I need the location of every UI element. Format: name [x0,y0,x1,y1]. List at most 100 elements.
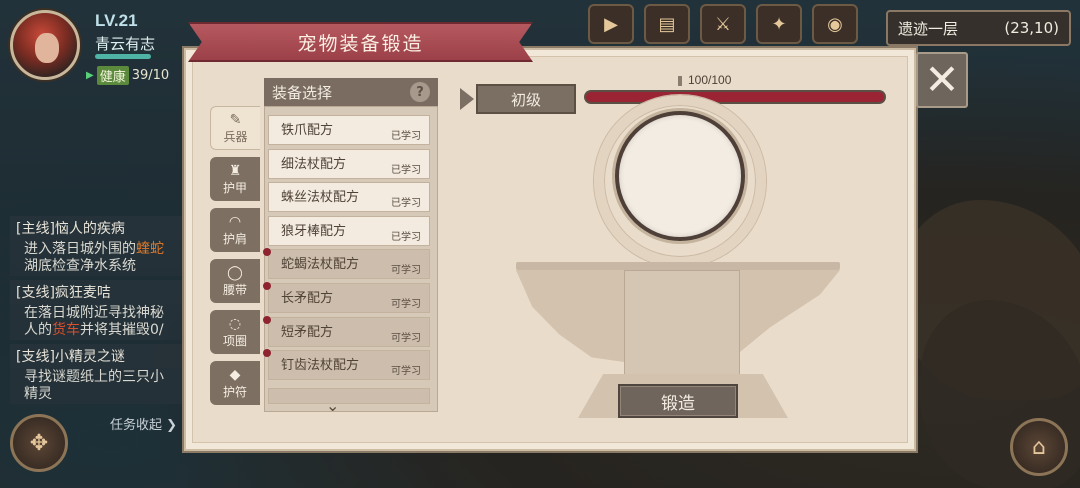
quest-title[interactable]: [支线]小精灵之谜 [10,344,190,368]
crossed-swords-icon[interactable]: ⚔ [700,4,746,44]
forge-progress-bar [584,90,886,104]
hud-menu-bar: ▶ ▤ ⚔ ✦ ◉ [588,4,858,44]
sword-icon: ✎ [229,111,242,128]
forge-progress-fill [586,92,884,102]
recipe-state: 可学习 [391,265,421,277]
quest-description-part: 人的 [24,322,52,338]
quest-description-part: 精灵 [24,386,52,402]
location-indicator[interactable]: 遗迹一层 (23,10) [886,10,1071,46]
recipe-list-item[interactable]: 短矛配方可学习 [263,315,430,347]
xp-bar [95,54,185,59]
tab-shoulder[interactable]: ◠ 护肩 [210,208,260,252]
recipe-list-item[interactable]: 蛛丝法杖配方已学习 [268,182,430,213]
quest-collapse-label: 任务收起 [110,418,163,433]
recipe-list-item[interactable]: 铁爪配方已学习 [268,115,430,145]
forge-button[interactable]: 锻造 [618,384,738,418]
quest-collapse-button[interactable]: 任务收起 ❯ [110,414,177,433]
tab-sword[interactable]: ✎ 兵器 [210,106,260,150]
recipe-name: 钉齿法杖配方 [281,358,360,374]
recipe-name: 狼牙棒配方 [281,223,347,239]
learnable-dot [263,315,271,324]
learnable-dot [263,282,271,290]
tab-armor[interactable]: ♜ 护甲 [210,157,260,201]
recipe-list-item-partial [268,388,430,404]
quest-tracker: [主线]恼人的疾病 进入落日城外围的蝰蛇湖底检查净水系统 [支线]疯狂麦咭 在落日城附… [10,212,190,404]
player-avatar[interactable] [10,10,80,80]
recipe-name: 长矛配方 [281,291,334,306]
recipe-list-item[interactable]: 长矛配方可学习 [263,282,430,313]
tab-label: 护符 [222,384,247,399]
learnable-dot [263,248,271,257]
level-arrow [460,88,474,110]
recipe-state: 已学习 [391,164,421,176]
player-status: ▶ 健康 39/10 [86,66,169,85]
xp-bar-fill [95,54,151,59]
tab-amulet[interactable]: ◆ 护符 [210,361,260,405]
equipment-list-header: 装备选择 ? [264,78,438,106]
forge-item-slot[interactable] [615,111,745,241]
quest-description-part: 寻找谜题纸上的三只小 [24,369,164,385]
quest-title[interactable]: [主线]恼人的疾病 [10,216,190,240]
quest-description-part: 并将其摧毁0/ [80,322,164,338]
house-icon: ⌂ [1032,434,1046,460]
recipe-name: 蛛丝法杖配方 [281,190,360,206]
tab-belt[interactable]: ◯ 腰带 [210,259,260,303]
tab-label: 护甲 [222,180,247,195]
bag-icon[interactable]: ◉ [812,4,858,44]
quest-description-part: 进入落日城外围的 [24,241,136,257]
tab-label: 兵器 [223,129,248,144]
recipe-state: 可学习 [391,332,421,344]
forge-level-tag: 初级 [476,84,576,114]
recipe-name: 短矛配方 [281,324,334,340]
close-icon: ✕ [924,55,960,104]
player-name: 青云有志 [95,35,156,53]
quest-description: 进入落日城外围的蝰蛇湖底检查净水系统 [10,240,190,276]
forge-level-label: 初级 [510,90,541,109]
quest-description-part: 在落日城附近寻找神秘 [24,305,164,321]
recipe-state: 可学习 [391,366,421,378]
play-icon[interactable]: ▶ [588,4,634,44]
recipe-list-item[interactable]: 蛇蝎法杖配方 可学习 [263,248,430,280]
recipe-list-item[interactable]: 狼牙棒配方 已学习 [268,215,430,246]
amulet-icon: ◆ [229,366,241,383]
close-button[interactable]: ✕ [916,52,968,108]
chevron-down-icon[interactable]: ⌄ [326,396,339,415]
recipe-state: 已学习 [391,131,421,142]
home-button[interactable]: ⌂ [1010,418,1068,476]
player-level: LV.21 [95,11,138,30]
dialog-title: 宠物装备锻造 [297,32,424,55]
forge-button-label: 锻造 [661,393,695,414]
tab-label: 项圈 [222,333,247,348]
recipe-list-item[interactable]: 细法杖配方已学习 [268,148,430,179]
tab-collar[interactable]: ◌ 项圈 [210,310,260,354]
quest-description-part: 货车 [52,322,80,338]
play-arrow-icon: ▶ [86,70,94,81]
equipment-list-title: 装备选择 [272,83,333,102]
map-compass-button[interactable]: ✥ [10,414,68,472]
progress-marker [678,76,682,86]
armor-icon: ♜ [228,162,242,179]
quest-description: 在落日城附近寻找神秘人的货车并将其摧毁0/ [10,304,190,340]
compass-icon: ✥ [29,430,49,456]
quest-description-part: 蝰蛇 [136,241,164,257]
shoulder-icon: ◠ [228,213,242,230]
hp-value: 39/10 [131,68,170,83]
help-icon[interactable]: ? [410,82,430,102]
recipe-state: 已学习 [391,198,421,210]
dialog-title-ribbon: 宠物装备锻造 [188,22,533,62]
tab-label: 护肩 [222,231,247,246]
book-icon[interactable]: ▤ [644,4,690,44]
pet-icon[interactable]: ✦ [756,4,802,44]
location-coords: (23,10) [1004,19,1059,37]
anvil-top [516,262,840,270]
quest-title[interactable]: [支线]疯狂麦咭 [10,280,190,304]
recipe-name: 铁爪配方 [281,123,334,138]
progress-text: 100/100 [688,73,732,87]
collar-icon: ◌ [228,315,242,332]
recipe-list-item[interactable]: 钉齿法杖配方可学习 [263,349,430,381]
recipe-state: 可学习 [391,299,421,310]
learnable-dot [263,349,271,358]
recipe-name: 细法杖配方 [281,156,347,172]
tab-label: 腰带 [222,282,247,297]
health-badge: 健康 [96,66,129,85]
